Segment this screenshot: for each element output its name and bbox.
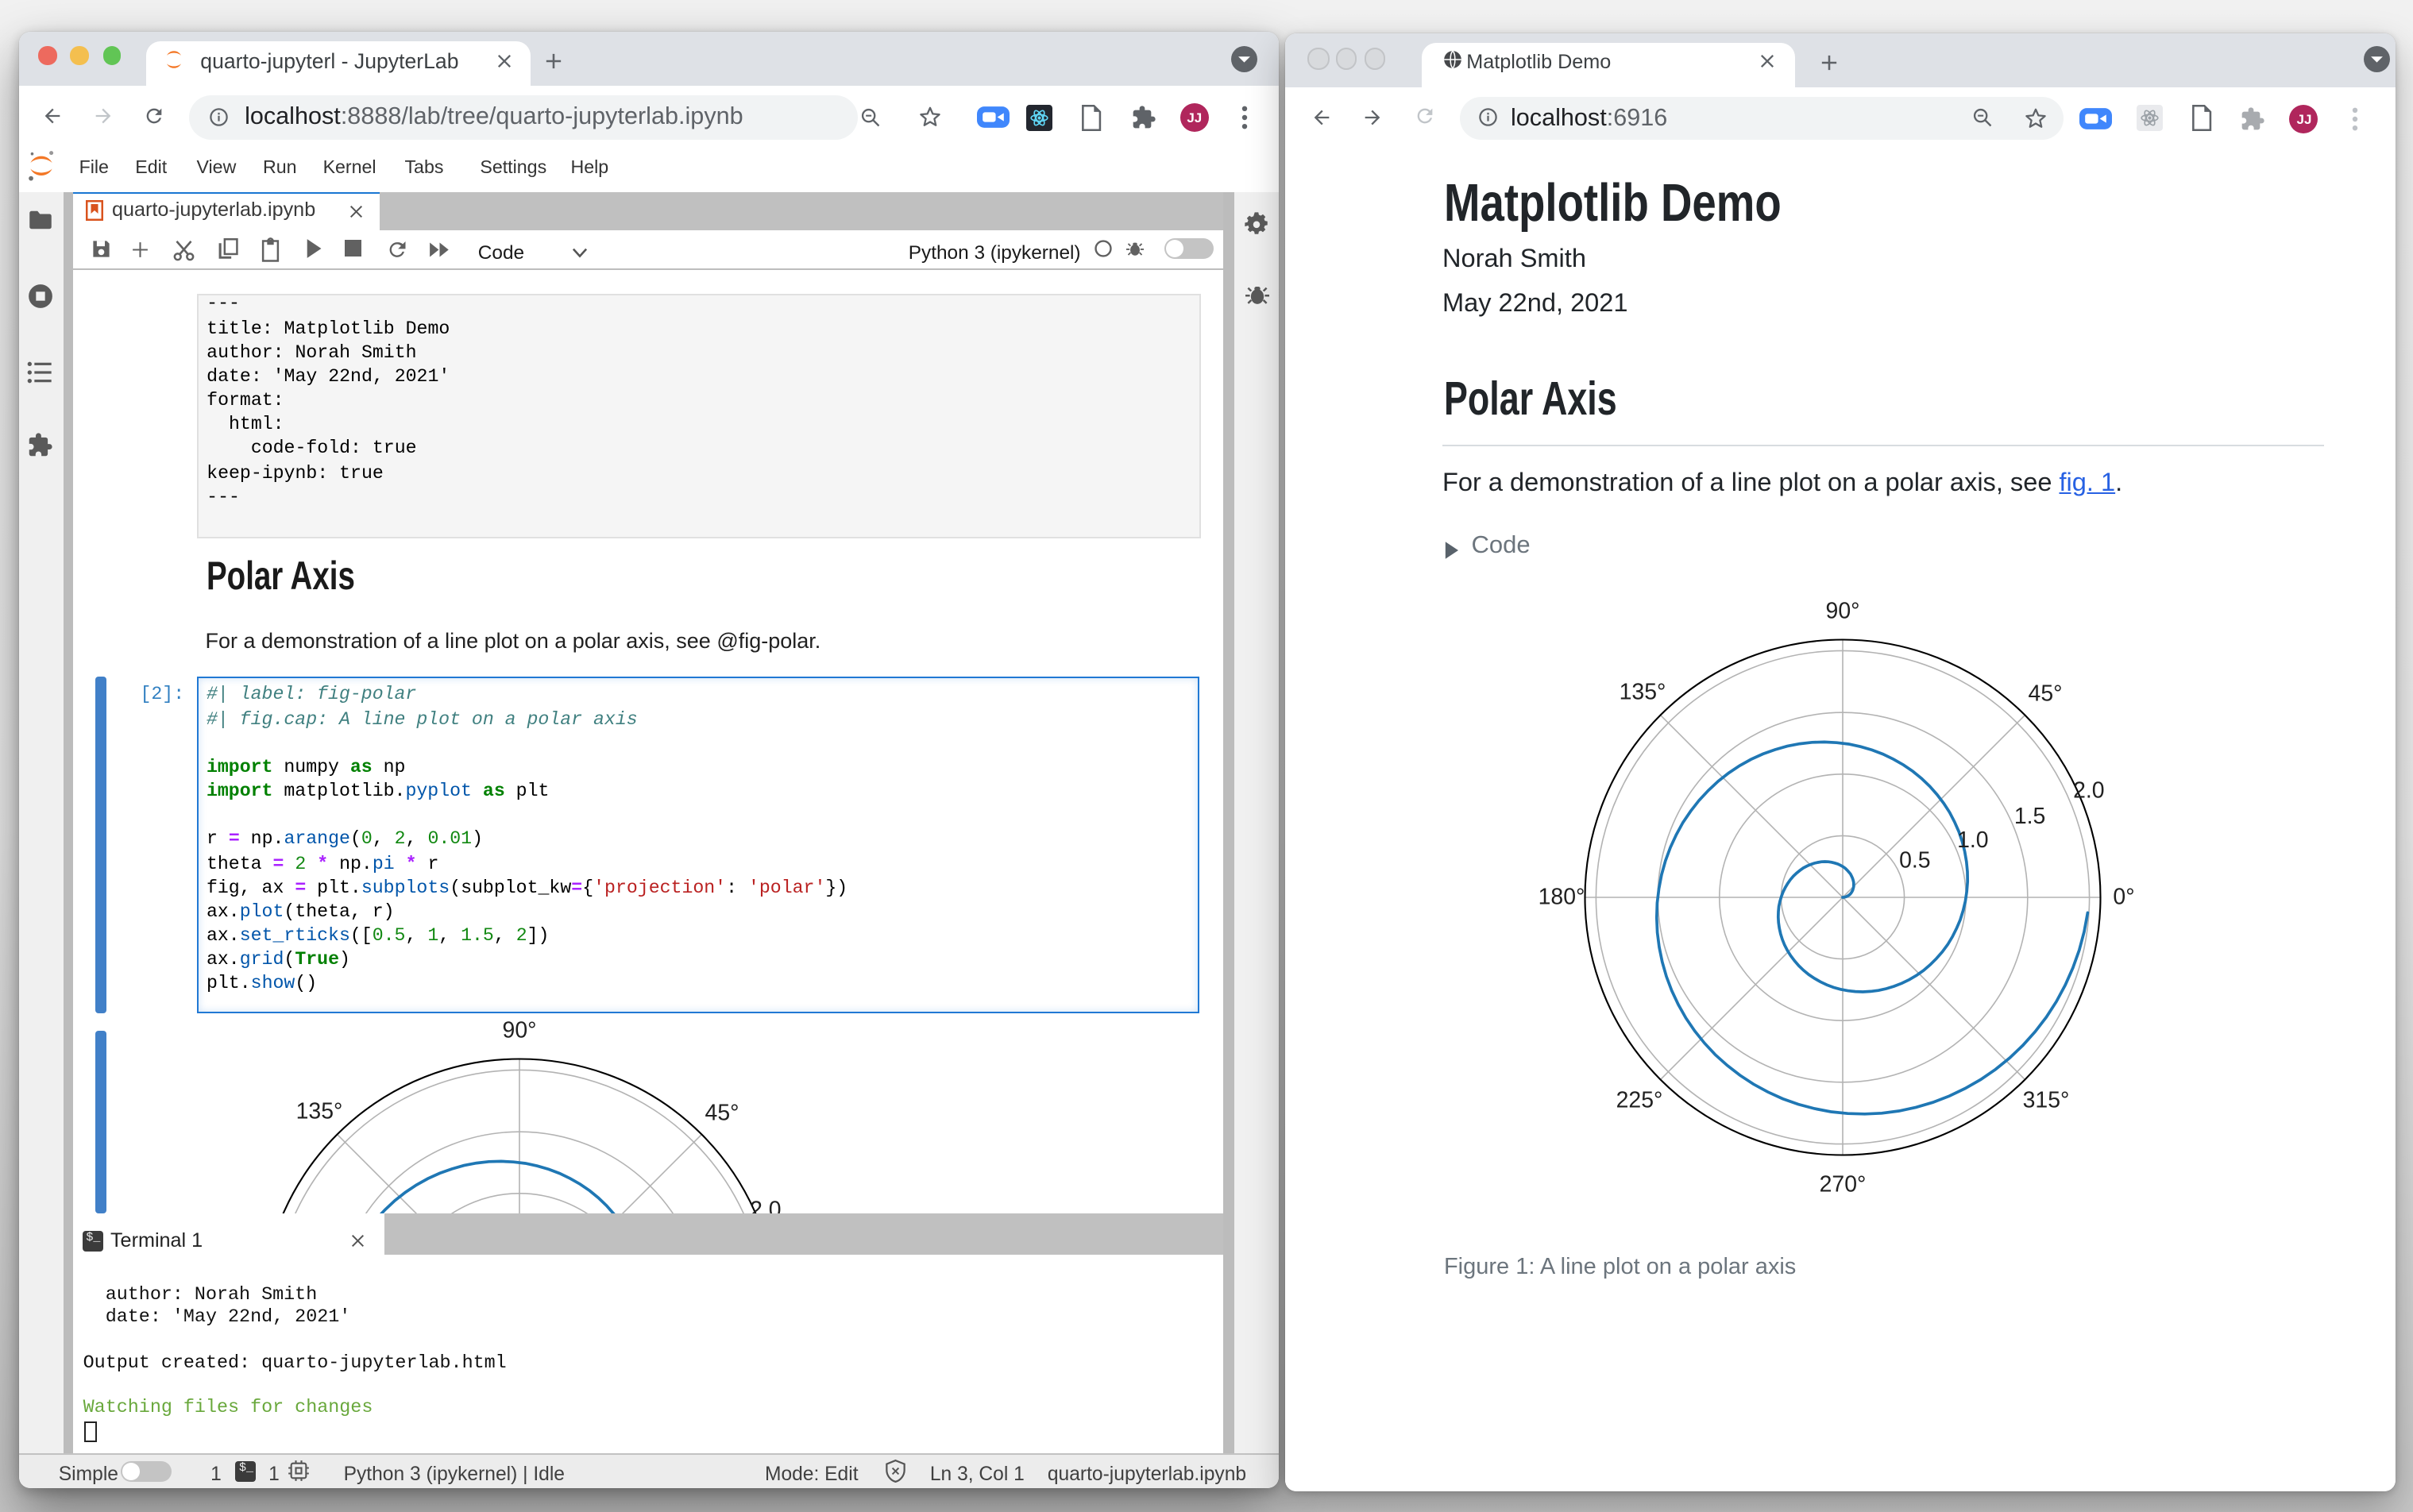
svg-text:270°: 270° bbox=[1819, 1172, 1866, 1198]
svg-text:0°: 0° bbox=[2113, 885, 2134, 910]
svg-text:135°: 135° bbox=[1619, 680, 1666, 705]
svg-text:45°: 45° bbox=[2028, 681, 2062, 707]
svg-text:315°: 315° bbox=[2022, 1088, 2069, 1113]
svg-text:90°: 90° bbox=[503, 1017, 537, 1043]
svg-text:135°: 135° bbox=[296, 1098, 343, 1124]
svg-text:1.5: 1.5 bbox=[2013, 804, 2044, 830]
svg-text:0.5: 0.5 bbox=[1899, 849, 1930, 874]
svg-text:225°: 225° bbox=[1616, 1088, 1662, 1113]
svg-text:2.0: 2.0 bbox=[750, 1197, 781, 1213]
svg-text:1.0: 1.0 bbox=[1957, 828, 1988, 854]
svg-text:180°: 180° bbox=[1538, 885, 1585, 910]
svg-text:2.0: 2.0 bbox=[2073, 778, 2104, 804]
svg-text:45°: 45° bbox=[705, 1100, 739, 1125]
svg-text:90°: 90° bbox=[1825, 599, 1859, 624]
